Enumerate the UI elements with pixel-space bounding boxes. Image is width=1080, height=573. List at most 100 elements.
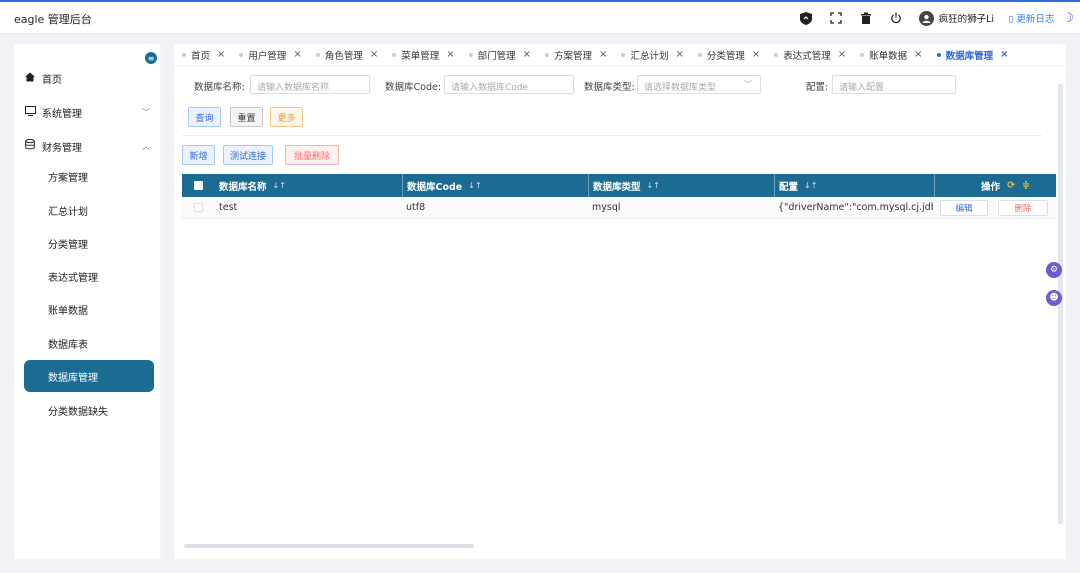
fullscreen-icon[interactable] bbox=[829, 11, 843, 25]
add-button[interactable]: 新增 bbox=[182, 145, 215, 165]
user-avatar-icon[interactable] bbox=[918, 10, 934, 26]
more-button[interactable]: 更多 bbox=[270, 107, 303, 127]
changelog-label: 更新日志 bbox=[1016, 14, 1055, 25]
tab-category[interactable]: 分类管理 × bbox=[697, 48, 760, 62]
sidebar-item-missing-category[interactable]: 分类数据缺失 bbox=[24, 394, 154, 426]
sidebar-item-summary-plan[interactable]: 汇总计划 bbox=[24, 194, 154, 226]
tab-dot bbox=[315, 52, 320, 57]
tab-user[interactable]: 用户管理 × bbox=[239, 48, 302, 62]
tab-bill-data[interactable]: 账单数据 × bbox=[860, 48, 923, 62]
config-placeholder: 请输入配置 bbox=[839, 83, 885, 93]
close-icon[interactable]: × bbox=[293, 49, 301, 60]
search-form: 数据库名称: 请输入数据库名称 数据库Code: 请输入数据库Code 数据库类… bbox=[194, 75, 1064, 95]
sidebar-item-plan[interactable]: 方案管理 bbox=[24, 160, 154, 192]
sidebar-item-label: 财务管理 bbox=[42, 142, 82, 154]
power-icon[interactable] bbox=[889, 11, 903, 25]
sidebar-scrollbar[interactable] bbox=[160, 44, 164, 559]
col-label: 数据库名称 bbox=[219, 181, 267, 193]
checkbox[interactable] bbox=[194, 181, 203, 190]
username[interactable]: 疯狂的狮子Li bbox=[939, 11, 994, 25]
table-row[interactable]: test utf8 mysql {"driverName":"com.mysql… bbox=[182, 197, 1056, 219]
sidebar-item-home[interactable]: 首页 bbox=[24, 62, 154, 94]
column-settings-icon[interactable]: ≑ bbox=[1022, 180, 1030, 191]
tab-label: 分类管理 bbox=[706, 50, 745, 62]
sort-icon[interactable]: ↓↑ bbox=[273, 181, 286, 190]
close-icon[interactable]: × bbox=[599, 49, 607, 60]
tab-summary-plan[interactable]: 汇总计划 × bbox=[621, 48, 684, 62]
db-code-placeholder: 请输入数据库Code bbox=[451, 83, 529, 93]
tab-dot bbox=[182, 52, 186, 57]
reset-button[interactable]: 重置 bbox=[230, 107, 263, 127]
db-name-placeholder: 请输入数据库名称 bbox=[257, 83, 330, 93]
tab-label: 汇总计划 bbox=[630, 50, 669, 62]
home-icon bbox=[24, 72, 36, 85]
trash-icon[interactable] bbox=[859, 11, 873, 25]
close-icon[interactable]: × bbox=[838, 49, 846, 60]
col-config[interactable]: 配置 ↓↑ bbox=[774, 174, 817, 197]
tab-dept[interactable]: 部门管理 × bbox=[468, 48, 531, 62]
tab-label: 数据库管理 bbox=[945, 50, 994, 62]
sidebar-item-bill-data[interactable]: 账单数据 bbox=[24, 293, 154, 325]
col-db-type[interactable]: 数据库类型 ↓↑ bbox=[588, 174, 660, 197]
tab-expression[interactable]: 表达式管理 × bbox=[774, 48, 846, 62]
tab-menu[interactable]: 菜单管理 × bbox=[392, 48, 455, 62]
chevron-down-icon: ﹀ bbox=[744, 80, 752, 89]
sidebar-item-label: 分类数据缺失 bbox=[48, 406, 108, 418]
checkbox[interactable] bbox=[194, 203, 203, 212]
sidebar-item-category[interactable]: 分类管理 bbox=[24, 227, 154, 259]
close-icon[interactable]: × bbox=[675, 49, 683, 60]
floating-settings-icon[interactable]: ⚙ bbox=[1046, 262, 1062, 278]
theme-moon-icon[interactable]: ☽ bbox=[1062, 11, 1074, 26]
horizontal-scrollbar[interactable] bbox=[184, 544, 474, 548]
tab-plan[interactable]: 方案管理 × bbox=[545, 48, 607, 62]
sidebar-item-label: 表达式管理 bbox=[48, 272, 98, 284]
query-button[interactable]: 查询 bbox=[188, 107, 221, 127]
sidebar-item-system[interactable]: 系统管理 ﹀ bbox=[24, 96, 154, 128]
tab-db-manage[interactable]: 数据库管理 × bbox=[936, 48, 1008, 62]
sidebar-item-label: 分类管理 bbox=[48, 239, 88, 251]
shield-icon[interactable] bbox=[799, 11, 813, 25]
menu-collapse-icon[interactable]: ≡ bbox=[145, 52, 157, 64]
sidebar-item-db-table[interactable]: 数据库表 bbox=[24, 327, 154, 359]
db-code-input[interactable]: 请输入数据库Code bbox=[444, 75, 574, 94]
changelog-link[interactable]: ▯ 更新日志 bbox=[1008, 11, 1054, 25]
close-icon[interactable]: × bbox=[914, 49, 922, 60]
close-icon[interactable]: × bbox=[752, 49, 760, 60]
close-icon[interactable]: × bbox=[1000, 49, 1008, 60]
col-db-code[interactable]: 数据库Code ↓↑ bbox=[402, 174, 482, 197]
db-name-label: 数据库名称: bbox=[194, 82, 245, 93]
edit-button[interactable]: 编辑 bbox=[940, 200, 988, 216]
select-all-checkbox[interactable] bbox=[194, 174, 203, 197]
close-icon[interactable]: × bbox=[523, 49, 531, 60]
sort-icon[interactable]: ↓↑ bbox=[804, 181, 817, 190]
delete-button[interactable]: 删除 bbox=[998, 200, 1048, 216]
close-icon[interactable]: × bbox=[217, 49, 225, 60]
sort-icon[interactable]: ↓↑ bbox=[647, 181, 660, 190]
db-type-label: 数据库类型: bbox=[584, 82, 635, 93]
tab-home[interactable]: 首页 × bbox=[182, 48, 225, 62]
col-label: 数据库类型 bbox=[593, 181, 641, 193]
test-connection-button[interactable]: 测试连接 bbox=[223, 145, 273, 165]
refresh-icon[interactable]: ⟳ bbox=[1007, 180, 1015, 191]
col-db-name[interactable]: 数据库名称 ↓↑ bbox=[219, 174, 286, 197]
floating-robot-icon[interactable]: ☻ bbox=[1046, 290, 1062, 306]
db-name-input[interactable]: 请输入数据库名称 bbox=[250, 75, 370, 94]
tab-dot bbox=[621, 52, 626, 57]
col-label: 配置 bbox=[779, 181, 799, 193]
config-input[interactable]: 请输入配置 bbox=[832, 75, 956, 94]
sidebar-item-expression[interactable]: 表达式管理 bbox=[24, 260, 154, 292]
col-actions: 操作 ⟳ ≑ bbox=[934, 174, 1056, 197]
db-type-select[interactable]: 请选择数据库类型 ﹀ bbox=[637, 75, 761, 94]
close-icon[interactable]: × bbox=[446, 49, 454, 60]
tab-role[interactable]: 角色管理 × bbox=[315, 48, 378, 62]
config-label: 配置: bbox=[806, 82, 829, 93]
batch-delete-button[interactable]: 批量删除 bbox=[285, 145, 339, 165]
sidebar-item-finance[interactable]: 财务管理 ︿ bbox=[24, 130, 154, 162]
db-code-label: 数据库Code: bbox=[385, 82, 442, 93]
tab-label: 表达式管理 bbox=[783, 50, 831, 62]
sidebar-item-db-manage[interactable]: 数据库管理 bbox=[24, 360, 154, 392]
close-icon[interactable]: × bbox=[370, 49, 378, 60]
sort-icon[interactable]: ↓↑ bbox=[468, 181, 481, 190]
tab-label: 方案管理 bbox=[554, 50, 593, 62]
row-checkbox[interactable] bbox=[194, 197, 203, 218]
